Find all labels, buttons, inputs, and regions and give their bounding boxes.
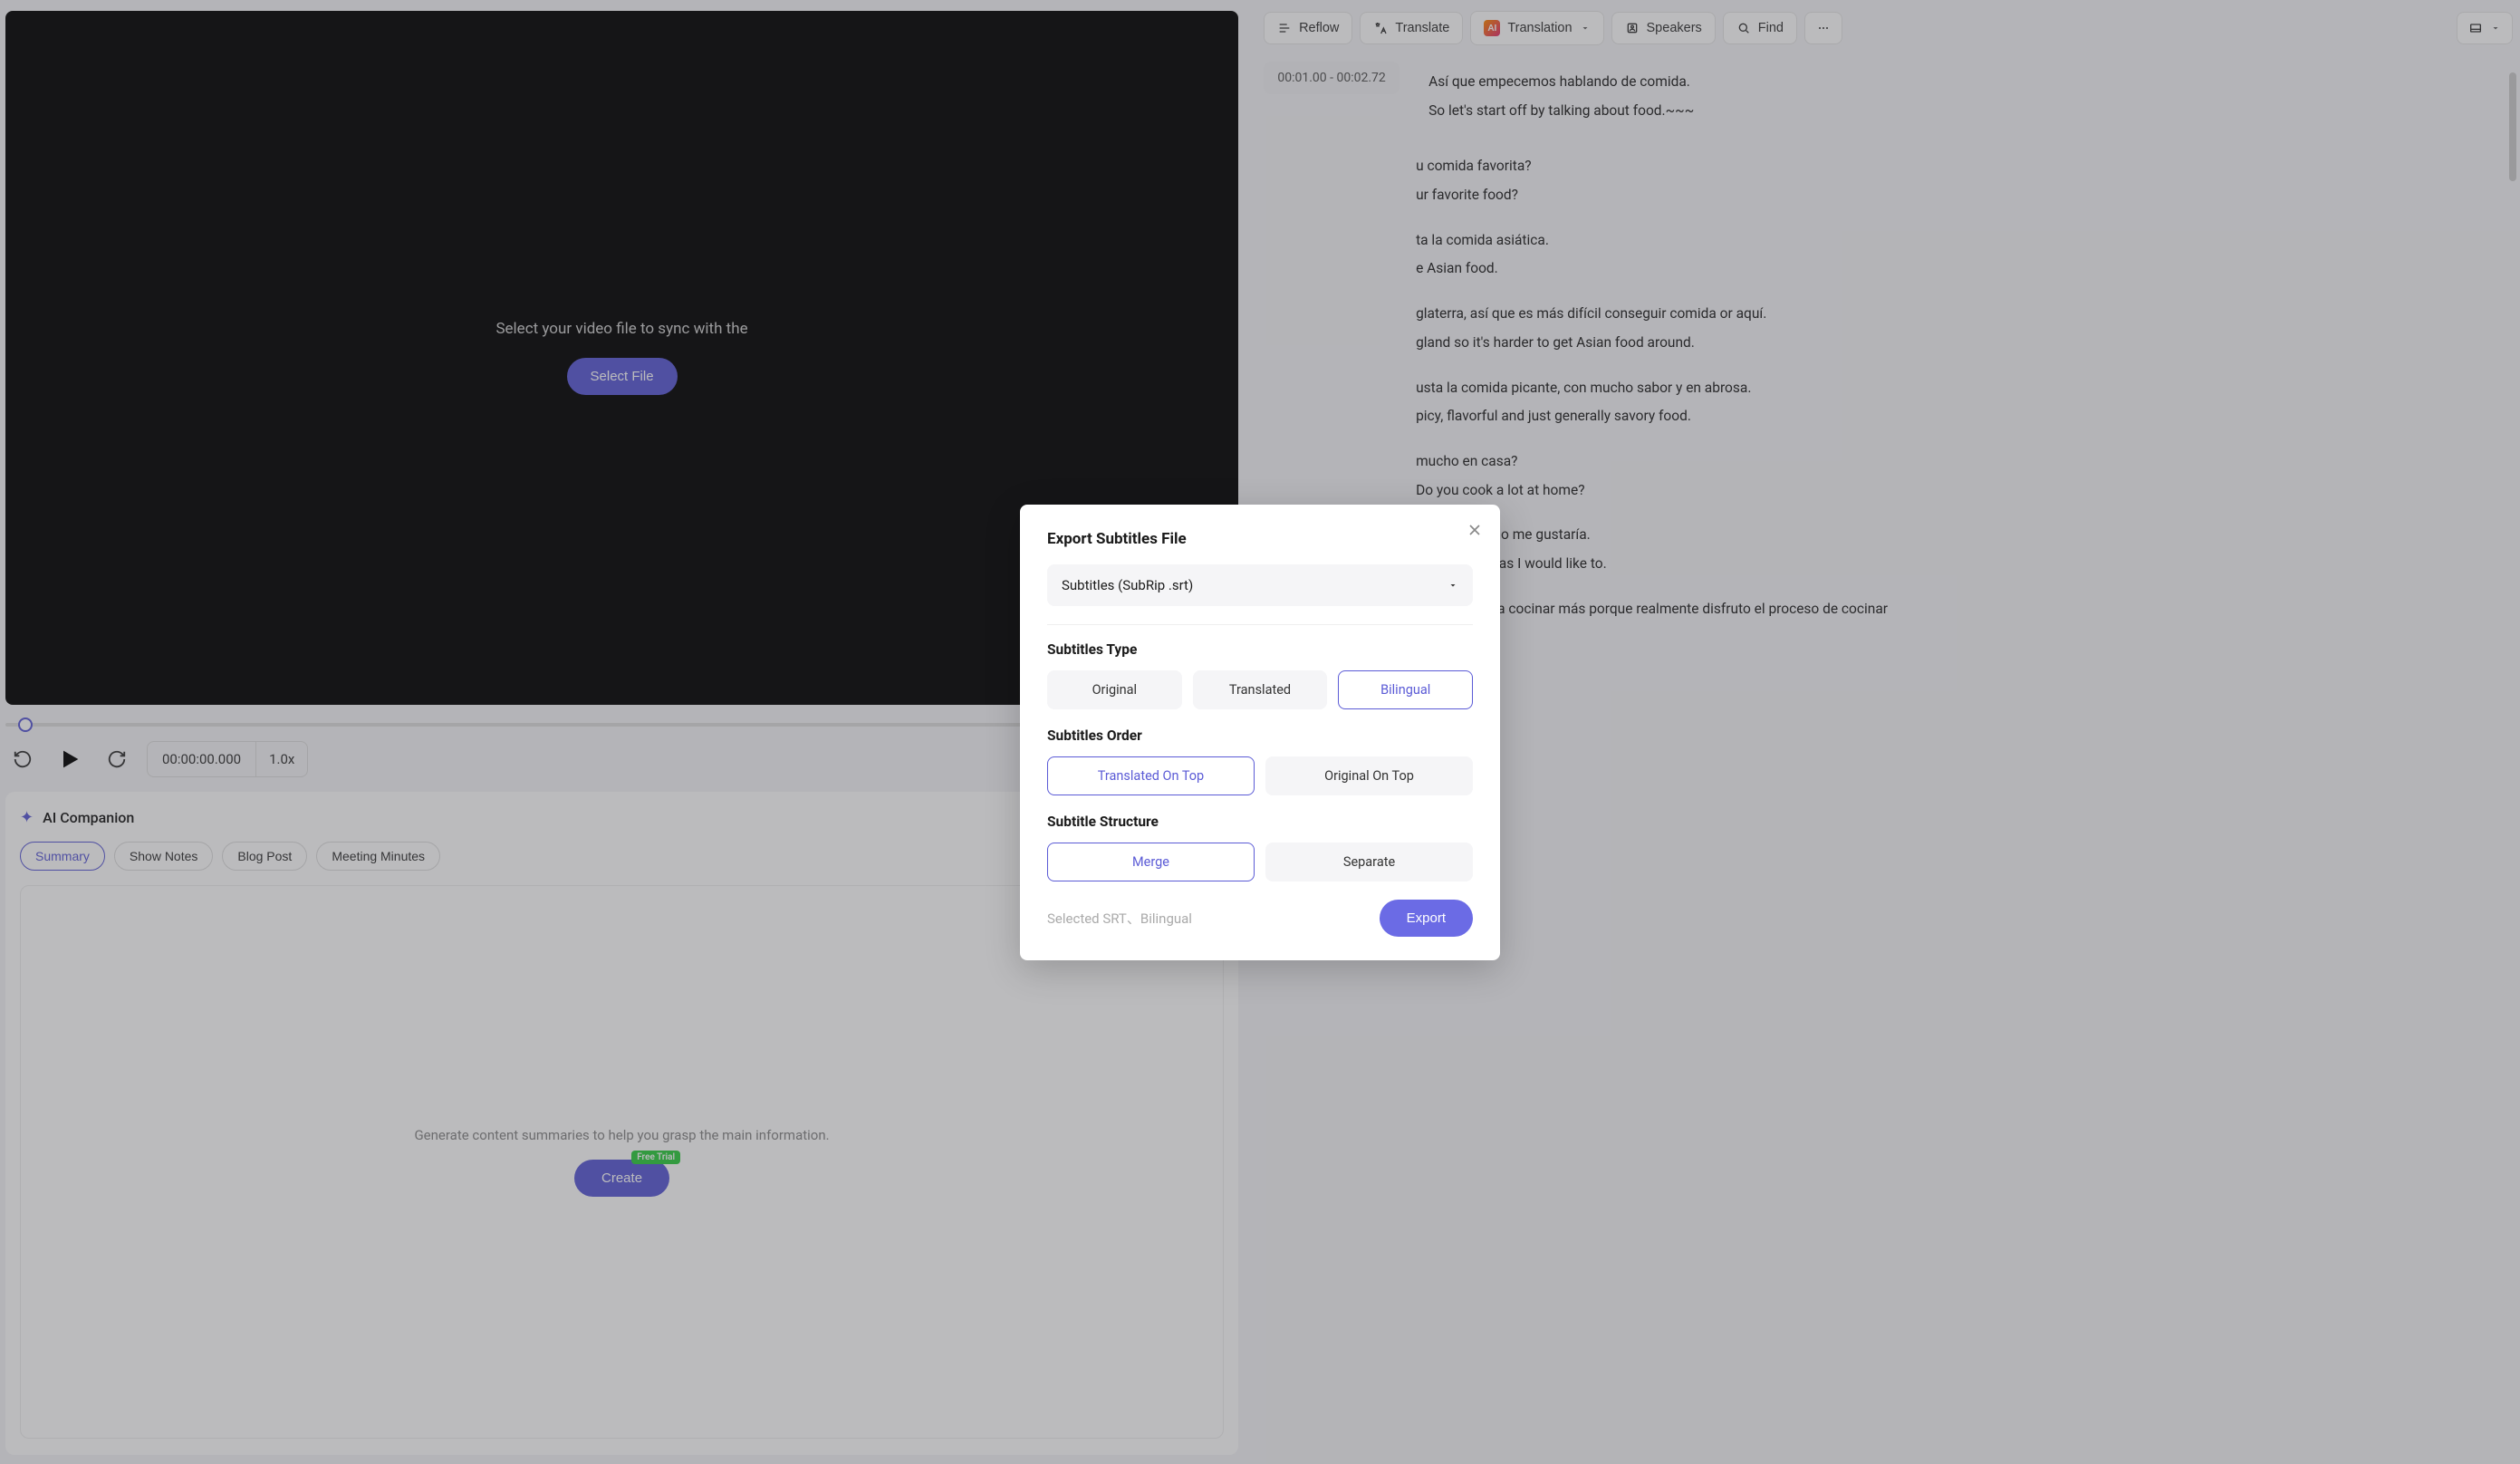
subtitle-structure-label: Subtitle Structure xyxy=(1047,814,1473,830)
subtitles-type-label: Subtitles Type xyxy=(1047,641,1473,658)
type-option-translated[interactable]: Translated xyxy=(1193,670,1328,709)
structure-option-merge[interactable]: Merge xyxy=(1047,843,1255,881)
structure-option-separate[interactable]: Separate xyxy=(1265,843,1473,881)
modal-title: Export Subtitles File xyxy=(1047,530,1473,548)
modal-summary: Selected SRT、Bilingual xyxy=(1047,909,1192,928)
type-option-original[interactable]: Original xyxy=(1047,670,1182,709)
export-button[interactable]: Export xyxy=(1380,900,1473,937)
type-option-bilingual[interactable]: Bilingual xyxy=(1338,670,1473,709)
order-option-translated-on-top[interactable]: Translated On Top xyxy=(1047,756,1255,795)
export-modal: Export Subtitles File Subtitles (SubRip … xyxy=(1020,505,1500,960)
format-select[interactable]: Subtitles (SubRip .srt) xyxy=(1047,564,1473,606)
subtitles-order-label: Subtitles Order xyxy=(1047,727,1473,744)
order-option-original-on-top[interactable]: Original On Top xyxy=(1265,756,1473,795)
modal-overlay: Export Subtitles File Subtitles (SubRip … xyxy=(0,0,2520,1464)
close-button[interactable] xyxy=(1466,521,1484,542)
